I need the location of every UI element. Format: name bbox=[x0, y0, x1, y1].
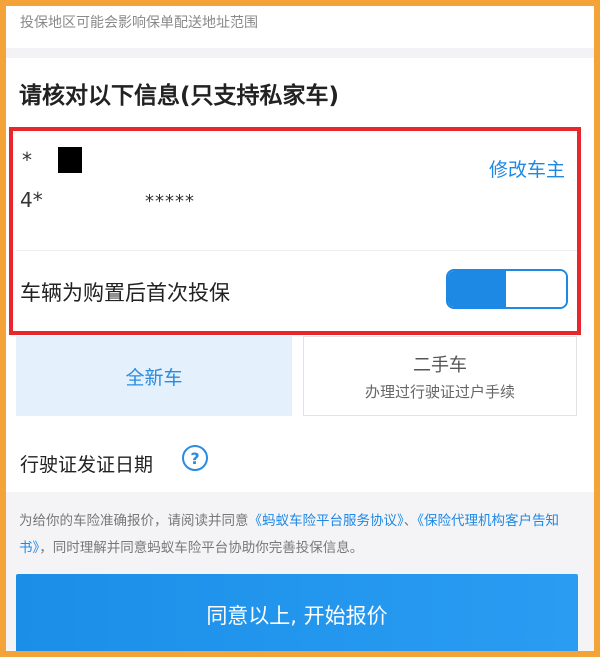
start-quote-button[interactable]: 同意以上, 开始报价 bbox=[16, 574, 578, 651]
tab-used-car[interactable]: 二手车 办理过行驶证过户手续 bbox=[303, 336, 577, 416]
app-frame: 投保地区可能会影响保单配送地址范围 请核对以下信息(只支持私家车) * 4* *… bbox=[6, 6, 594, 651]
tab-used-car-subtitle: 办理过行驶证过户手续 bbox=[364, 383, 515, 401]
delivery-hint: 投保地区可能会影响保单配送地址范围 bbox=[20, 15, 258, 31]
agreement-prefix: 为给你的车险准确报价，请阅读并同意 bbox=[19, 513, 249, 529]
license-date-label: 行驶证发证日期 bbox=[20, 454, 154, 476]
highlight-annotation-box bbox=[9, 127, 581, 335]
service-agreement-link[interactable]: 《蚂蚁车险平台服务协议》 bbox=[249, 513, 404, 529]
agreement-separator: 、 bbox=[403, 513, 418, 529]
help-icon[interactable]: ? bbox=[182, 445, 208, 471]
tab-new-car[interactable]: 全新车 bbox=[16, 336, 292, 416]
tab-used-car-label: 二手车 bbox=[413, 355, 467, 376]
agreement-text: 为给你的车险准确报价，请阅读并同意《蚂蚁车险平台服务协议》、《保险代理机构客户告… bbox=[19, 508, 581, 562]
section-divider bbox=[6, 48, 594, 58]
agreement-suffix: ，同时理解并同意蚂蚁车险平台协助你完善投保信息。 bbox=[39, 540, 364, 556]
page-title: 请核对以下信息(只支持私家车) bbox=[19, 83, 340, 109]
